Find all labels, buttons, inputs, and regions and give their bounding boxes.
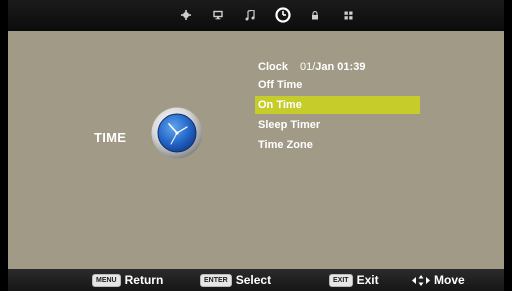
menu-item-time-zone[interactable]: Time Zone <box>255 136 420 154</box>
menu-item-off-time[interactable]: Off Time <box>255 76 420 94</box>
clock-label: Clock <box>258 61 288 73</box>
section-title: TIME <box>94 130 127 145</box>
tab-setup[interactable] <box>337 3 359 27</box>
menu-item-label: Off Time <box>258 79 303 91</box>
hint-move-label: Move <box>434 273 465 287</box>
gear-icon <box>181 10 191 20</box>
hint-return-label: Return <box>124 273 164 287</box>
menu-item-on-time[interactable]: On Time <box>255 96 420 114</box>
time-menu-list: Clock 01/Jan 01:39 Off Time On Time Sleep… <box>255 58 420 154</box>
clock-month: Jan <box>315 61 335 73</box>
lock-icon <box>312 10 318 19</box>
tab-sound[interactable] <box>239 3 261 27</box>
tab-picture[interactable] <box>175 3 197 27</box>
menu-key-icon: MENU <box>92 273 121 287</box>
music-note-icon <box>245 9 255 20</box>
clock-date: 01/ <box>299 61 316 73</box>
menu-item-sleep-timer[interactable]: Sleep Timer <box>255 116 420 134</box>
tab-lock[interactable] <box>304 3 326 27</box>
tab-screen[interactable] <box>207 3 229 27</box>
clock-time: 01:39 <box>337 61 366 73</box>
tab-bar <box>8 0 504 31</box>
clock-value: 01/Jan 01:39 <box>300 61 365 73</box>
tv-screen: TIME Clock 01/Jan 01:39 Off Time On Time… <box>8 0 504 291</box>
menu-item-label: Sleep Timer <box>258 119 321 131</box>
clock-icon <box>275 7 291 23</box>
time-menu-panel: TIME Clock 01/Jan 01:39 Off Time On Time… <box>8 31 504 269</box>
hint-select[interactable]: ENTER Select <box>200 272 271 288</box>
hint-exit-label: Exit <box>356 273 379 287</box>
enter-key-icon: ENTER <box>200 273 232 287</box>
hint-return[interactable]: MENU Return <box>92 272 163 288</box>
clock-icon <box>151 107 203 159</box>
menu-item-clock[interactable]: Clock 01/Jan 01:39 <box>255 58 420 76</box>
hint-bar: MENU Return ENTER Select EXIT Exit Move <box>8 269 504 291</box>
hint-exit[interactable]: EXIT Exit <box>329 272 379 288</box>
move-arrows-icon <box>412 274 430 286</box>
hint-move[interactable]: Move <box>412 272 465 288</box>
tab-time[interactable] <box>272 3 294 27</box>
exit-key-icon: EXIT <box>329 273 353 287</box>
monitor-icon <box>213 10 223 20</box>
menu-item-label: On Time <box>258 99 302 111</box>
grid-icon <box>344 11 352 19</box>
hint-select-label: Select <box>235 273 272 287</box>
menu-item-label: Time Zone <box>258 139 313 151</box>
